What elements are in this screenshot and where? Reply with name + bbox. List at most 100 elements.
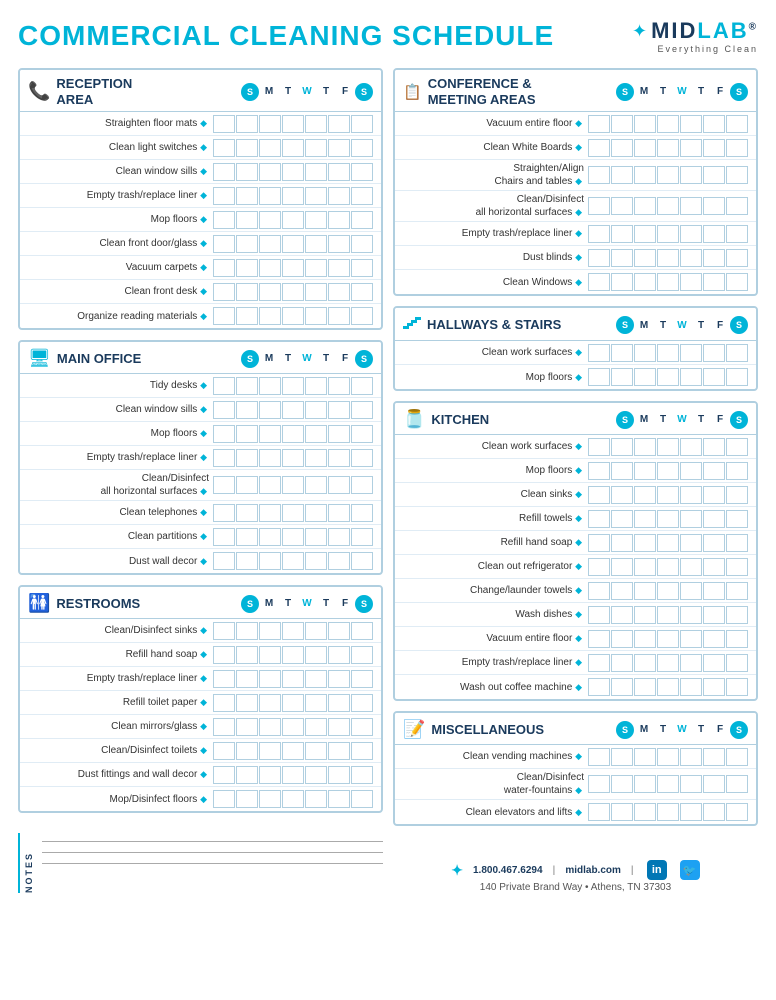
task-row: Change/launder towels ◆ xyxy=(395,579,756,603)
task-row: Clean window sills ◆ xyxy=(20,160,381,184)
task-cells xyxy=(213,187,373,205)
task-row: Clean work surfaces ◆ xyxy=(395,341,756,365)
logo-star: ✦ xyxy=(632,21,647,42)
reception-title-area: 📞 ReceptionArea xyxy=(28,76,132,107)
main-office-tasks: Tidy desks ◆ Clean window sills ◆ Mop fl… xyxy=(20,374,381,573)
day-t2: T xyxy=(317,353,335,364)
footer-website: midlab.com xyxy=(565,865,621,876)
task-row: Dust fittings and wall decor ◆ xyxy=(20,763,381,787)
logo-name: MIDLAB® xyxy=(651,18,758,44)
day-t1: T xyxy=(279,86,297,97)
reception-section: 📞 ReceptionArea S M T W T F S Straighten… xyxy=(18,68,383,330)
misc-tasks: Clean vending machines ◆ Clean/Disinfect… xyxy=(395,745,756,824)
footer-star: ✦ xyxy=(451,862,463,879)
task-cells xyxy=(213,115,373,133)
kitchen-header: 🫙 Kitchen S M T W T F S xyxy=(395,403,756,435)
task-row: Tidy desks ◆ xyxy=(20,374,381,398)
main-office-title-area: 🖥 Main Office xyxy=(28,348,141,369)
restrooms-section: 🚻 Restrooms S M T W T F S Clean/Disinfec… xyxy=(18,585,383,813)
task-row: Straighten/AlignChairs and tables ◆ xyxy=(395,160,756,191)
title-accent: CLEANING SCHEDULE xyxy=(229,20,554,51)
task-row: Clean mirrors/glass ◆ xyxy=(20,715,381,739)
task-cells xyxy=(213,307,373,325)
task-row: Clean elevators and lifts ◆ xyxy=(395,800,756,824)
hallways-section: Hallways & Stairs S M T W T F S Clean wo… xyxy=(393,306,758,391)
main-office-icon: 🖥 xyxy=(28,348,51,369)
day-w1: W xyxy=(298,86,316,97)
logo-sub: Everything Clean xyxy=(632,44,758,54)
task-row: Clean partitions ◆ xyxy=(20,525,381,549)
footer-divider: | xyxy=(553,865,556,876)
task-row: Vacuum entire floor ◆ xyxy=(395,112,756,136)
task-row: Clean front door/glass ◆ xyxy=(20,232,381,256)
conference-title-area: 📋 Conference &Meeting Areas xyxy=(403,76,536,107)
footer-address: 140 Private Brand Way • Athens, TN 37303 xyxy=(393,882,758,893)
conference-tasks: Vacuum entire floor ◆ Clean White Boards… xyxy=(395,112,756,294)
day-s1: S xyxy=(241,83,259,101)
task-row: Dust blinds ◆ xyxy=(395,246,756,270)
task-row: Clean window sills ◆ xyxy=(20,398,381,422)
task-row: Clean work surfaces ◆ xyxy=(395,435,756,459)
day-s2: S xyxy=(355,350,373,368)
header: COMMERCIAL CLEANING SCHEDULE ✦ MIDLAB® E… xyxy=(18,18,758,54)
page-title: COMMERCIAL CLEANING SCHEDULE xyxy=(18,20,554,52)
conference-title: Conference &Meeting Areas xyxy=(428,76,536,107)
misc-title-area: 📝 Miscellaneous xyxy=(403,719,544,740)
main-office-days: S M T W T F S xyxy=(241,350,373,368)
reception-title: ReceptionArea xyxy=(56,76,132,107)
kitchen-days: S M T W T F S xyxy=(616,411,748,429)
notes-lines xyxy=(42,833,383,864)
hallways-tasks: Clean work surfaces ◆ Mop floors ◆ xyxy=(395,341,756,389)
conference-days: S M T W T F S xyxy=(616,83,748,101)
conference-header: 📋 Conference &Meeting Areas S M T W T F … xyxy=(395,70,756,112)
linkedin-icon[interactable]: in xyxy=(647,860,667,880)
day-m: M xyxy=(260,353,278,364)
day-t: T xyxy=(279,353,297,364)
conference-icon: 📋 xyxy=(403,83,422,101)
restrooms-title: Restrooms xyxy=(56,596,140,612)
hallways-title-area: Hallways & Stairs xyxy=(403,314,561,336)
day-s: S xyxy=(241,350,259,368)
task-row: Clean front desk ◆ xyxy=(20,280,381,304)
left-column: 📞 ReceptionArea S M T W T F S Straighten… xyxy=(18,68,383,893)
notes-line-2 xyxy=(42,852,383,853)
page: COMMERCIAL CLEANING SCHEDULE ✦ MIDLAB® E… xyxy=(0,0,776,1000)
task-row: Clean/Disinfectall horizontal surfaces ◆ xyxy=(20,470,381,501)
footer-area: ✦ 1.800.467.6294 | midlab.com | in 🐦 140… xyxy=(393,852,758,893)
hallways-title: Hallways & Stairs xyxy=(427,317,561,333)
misc-title: Miscellaneous xyxy=(431,722,544,738)
task-row: Mop floors ◆ xyxy=(20,208,381,232)
task-cells xyxy=(213,235,373,253)
task-row: Organize reading materials ◆ xyxy=(20,304,381,328)
task-row: Vacuum carpets ◆ xyxy=(20,256,381,280)
task-row: Refill hand soap ◆ xyxy=(395,531,756,555)
misc-header: 📝 Miscellaneous S M T W T F S xyxy=(395,713,756,745)
task-row: Empty trash/replace liner ◆ xyxy=(395,222,756,246)
task-row: Clean/Disinfectall horizontal surfaces ◆ xyxy=(395,191,756,222)
task-row: Empty trash/replace liner ◆ xyxy=(395,651,756,675)
hallways-days: S M T W T F S xyxy=(616,316,748,334)
footer-divider2: | xyxy=(631,865,634,876)
kitchen-section: 🫙 Kitchen S M T W T F S Clean work surfa… xyxy=(393,401,758,701)
logo: ✦ MIDLAB® Everything Clean xyxy=(632,18,758,54)
task-row: Refill toilet paper ◆ xyxy=(20,691,381,715)
day-m1: M xyxy=(260,86,278,97)
restrooms-title-area: 🚻 Restrooms xyxy=(28,593,140,614)
main-office-section: 🖥 Main Office S M T W T F S Tidy desks ◆ xyxy=(18,340,383,575)
task-row: Empty trash/replace liner ◆ xyxy=(20,184,381,208)
restrooms-tasks: Clean/Disinfect sinks ◆ Refill hand soap… xyxy=(20,619,381,811)
task-row: Wash dishes ◆ xyxy=(395,603,756,627)
kitchen-tasks: Clean work surfaces ◆ Mop floors ◆ Clean… xyxy=(395,435,756,699)
task-row: Clean/Disinfectwater-fountains ◆ xyxy=(395,769,756,800)
reception-tasks: Straighten floor mats ◆ Clean light swit… xyxy=(20,112,381,328)
task-row: Clean light switches ◆ xyxy=(20,136,381,160)
task-row: Refill towels ◆ xyxy=(395,507,756,531)
task-row: Clean telephones ◆ xyxy=(20,501,381,525)
task-row: Refill hand soap ◆ xyxy=(20,643,381,667)
day-f: F xyxy=(336,353,354,364)
twitter-icon[interactable]: 🐦 xyxy=(680,860,700,880)
main-office-header: 🖥 Main Office S M T W T F S xyxy=(20,342,381,374)
task-row: Mop floors ◆ xyxy=(395,365,756,389)
restrooms-days: S M T W T F S xyxy=(241,595,373,613)
footer-phone: 1.800.467.6294 xyxy=(473,865,543,876)
